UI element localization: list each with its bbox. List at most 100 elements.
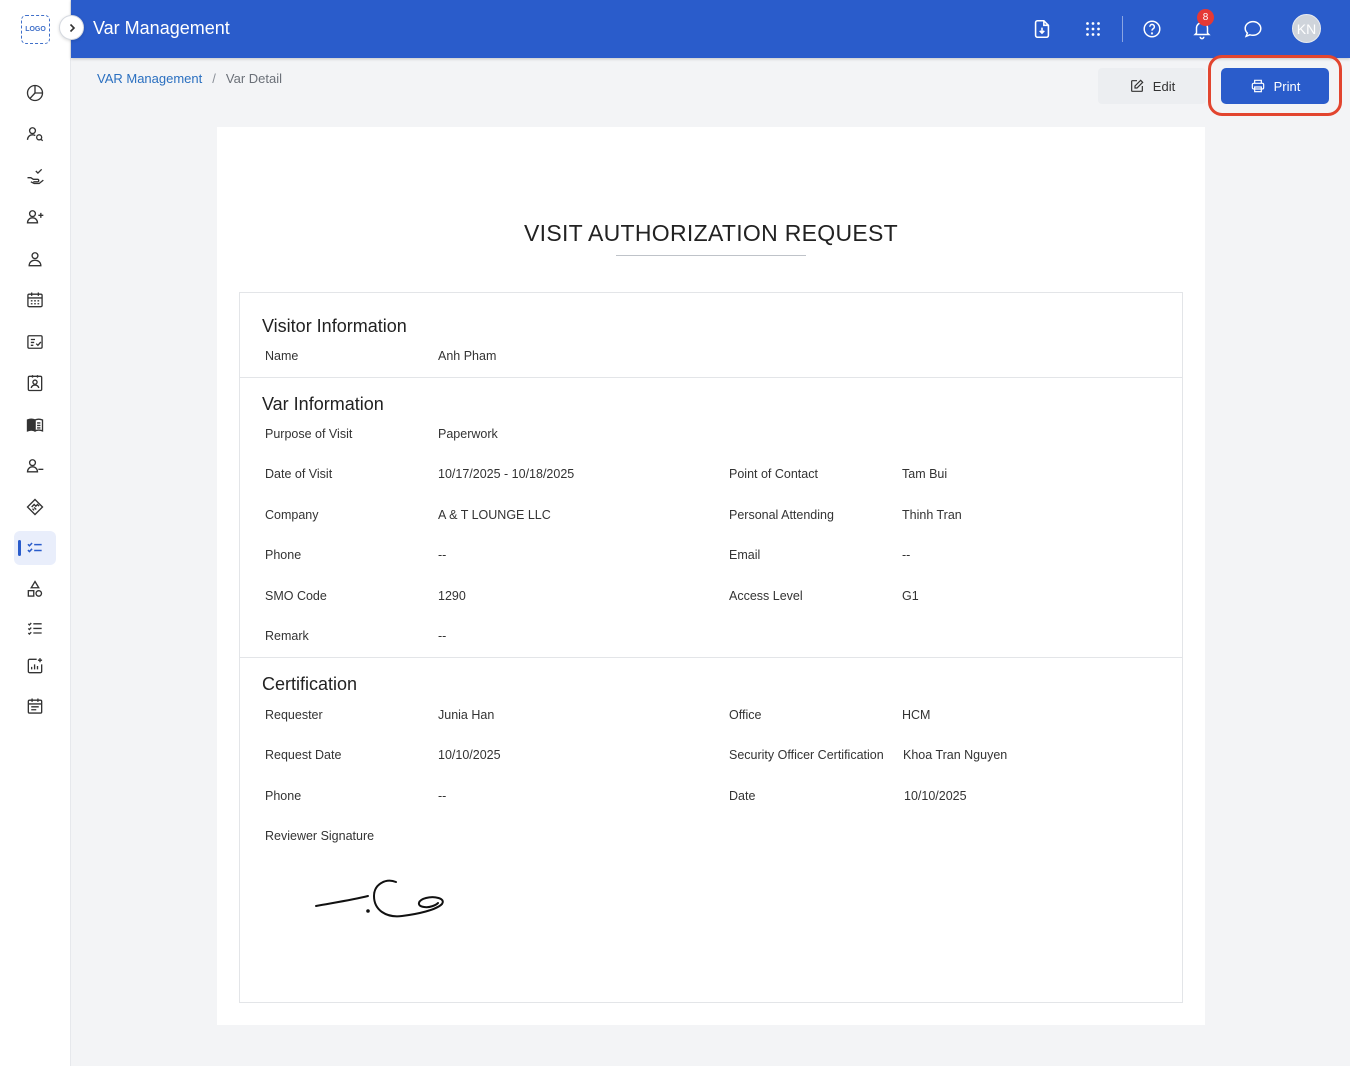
document-card: Visitor Information Name Anh Pham Var In… bbox=[239, 292, 1183, 1003]
cert-phone-label: Phone bbox=[265, 789, 302, 803]
sidebar-item-remove-visitor[interactable] bbox=[14, 449, 56, 483]
remark-label: Remark bbox=[265, 629, 309, 643]
email-label: Email bbox=[729, 548, 761, 562]
breadcrumb-current: Var Detail bbox=[225, 71, 283, 86]
security-officer-value: Khoa Tran Nguyen bbox=[903, 748, 1008, 762]
email-value: -- bbox=[902, 548, 911, 562]
request-date-label: Request Date bbox=[265, 748, 342, 762]
date-of-visit-label: Date of Visit bbox=[265, 467, 333, 481]
print-button-highlight bbox=[1208, 55, 1342, 116]
sidebar-item-contacts[interactable] bbox=[14, 366, 56, 400]
sidebar-item-schedule[interactable] bbox=[14, 689, 56, 723]
breadcrumb: VAR Management / Var Detail bbox=[97, 71, 282, 86]
chat-button[interactable] bbox=[1240, 16, 1266, 42]
apps-grid-icon bbox=[1086, 22, 1100, 36]
phone-value: -- bbox=[438, 548, 447, 562]
user-avatar[interactable]: KN bbox=[1292, 14, 1321, 43]
cert-phone-value: -- bbox=[438, 789, 447, 803]
help-button[interactable] bbox=[1139, 16, 1165, 42]
user-plus-icon bbox=[26, 210, 44, 224]
personal-attending-value: Thinh Tran bbox=[902, 508, 962, 522]
sidebar-item-users[interactable] bbox=[14, 242, 56, 276]
edit-button[interactable]: Edit bbox=[1098, 68, 1206, 104]
smo-code-label: SMO Code bbox=[265, 589, 327, 603]
book-icon bbox=[26, 418, 44, 432]
calendar-icon bbox=[27, 292, 43, 308]
apps-button[interactable] bbox=[1080, 16, 1106, 42]
sidebar-item-calendar[interactable] bbox=[14, 283, 56, 317]
company-value: A & T LOUNGE LLC bbox=[438, 508, 551, 522]
left-sidebar: LOGO bbox=[0, 0, 71, 1066]
header-divider bbox=[1122, 16, 1123, 42]
sidebar-item-add-visitor[interactable] bbox=[14, 200, 56, 234]
company-label: Company bbox=[265, 508, 319, 522]
download-button[interactable] bbox=[1029, 16, 1055, 42]
cert-date-label: Date bbox=[729, 789, 756, 803]
calendar-list-icon bbox=[27, 698, 43, 714]
office-value: HCM bbox=[902, 708, 931, 722]
page-title: Var Management bbox=[93, 18, 230, 38]
point-of-contact-label: Point of Contact bbox=[729, 467, 818, 481]
download-file-icon bbox=[1034, 19, 1050, 39]
var-information-heading: Var Information bbox=[262, 394, 384, 414]
user-search-icon bbox=[26, 127, 44, 142]
cert-date-value: 10/10/2025 bbox=[904, 789, 967, 803]
sidebar-item-approvals[interactable] bbox=[14, 159, 56, 193]
office-label: Office bbox=[729, 708, 762, 722]
ordered-list-icon bbox=[27, 622, 42, 636]
name-label: Name bbox=[265, 349, 299, 363]
personal-attending-label: Personal Attending bbox=[729, 508, 834, 522]
request-date-value: 10/10/2025 bbox=[438, 748, 501, 762]
task-list-icon bbox=[27, 542, 42, 553]
point-of-contact-value: Tam Bui bbox=[902, 467, 948, 481]
purpose-label: Purpose of Visit bbox=[265, 427, 353, 441]
purpose-value: Paperwork bbox=[438, 427, 498, 441]
requester-value: Junia Han bbox=[438, 708, 495, 722]
sidebar-item-ordered-list[interactable] bbox=[14, 611, 56, 645]
sidebar-toggle-button[interactable] bbox=[59, 15, 84, 40]
shapes-icon bbox=[27, 580, 43, 597]
reviewer-signature-image bbox=[315, 879, 444, 918]
sidebar-item-reports[interactable] bbox=[14, 649, 56, 683]
certification-heading: Certification bbox=[262, 674, 358, 694]
access-level-value: G1 bbox=[902, 589, 919, 603]
section-divider bbox=[240, 377, 1182, 378]
hand-check-icon bbox=[27, 168, 44, 185]
chevron-right-icon bbox=[69, 23, 75, 32]
sidebar-item-partners[interactable] bbox=[14, 490, 56, 524]
handshake-icon bbox=[26, 498, 44, 516]
phone-label: Phone bbox=[265, 548, 302, 562]
sidebar-item-guide[interactable] bbox=[14, 408, 56, 442]
contact-card-icon bbox=[27, 375, 43, 392]
user-minus-icon bbox=[26, 459, 44, 473]
document-page: VISIT AUTHORIZATION REQUEST Visitor Info… bbox=[217, 127, 1205, 1025]
section-divider bbox=[240, 657, 1182, 658]
chat-icon bbox=[1244, 20, 1262, 38]
sidebar-item-dashboard[interactable] bbox=[14, 76, 56, 110]
top-bar: Var Management 8 KN bbox=[71, 0, 1350, 58]
user-icon bbox=[28, 252, 42, 267]
sidebar-item-var-management[interactable] bbox=[14, 531, 56, 565]
pie-chart-icon bbox=[26, 84, 44, 102]
smo-code-value: 1290 bbox=[438, 589, 466, 603]
sidebar-item-assets[interactable] bbox=[14, 572, 56, 606]
requester-label: Requester bbox=[265, 708, 323, 722]
name-value: Anh Pham bbox=[438, 349, 497, 363]
access-level-label: Access Level bbox=[729, 589, 803, 603]
security-officer-label: Security Officer Certification bbox=[729, 748, 884, 762]
help-icon bbox=[1143, 20, 1161, 38]
reviewer-signature-label: Reviewer Signature bbox=[265, 829, 375, 843]
edit-icon bbox=[1130, 79, 1144, 92]
remark-value: -- bbox=[438, 629, 447, 643]
notification-badge: 8 bbox=[1197, 9, 1214, 26]
date-of-visit-value: 10/17/2025 - 10/18/2025 bbox=[438, 467, 575, 481]
visitor-information-heading: Visitor Information bbox=[262, 316, 407, 336]
sidebar-item-visitor-search[interactable] bbox=[14, 117, 56, 151]
breadcrumb-link-var-management[interactable]: VAR Management bbox=[97, 71, 202, 86]
chart-add-icon bbox=[27, 658, 43, 674]
title-underline bbox=[616, 255, 806, 256]
sidebar-item-checklist[interactable] bbox=[14, 325, 56, 359]
logo[interactable]: LOGO bbox=[21, 15, 50, 44]
breadcrumb-separator: / bbox=[212, 71, 216, 86]
document-title: VISIT AUTHORIZATION REQUEST bbox=[523, 220, 898, 246]
